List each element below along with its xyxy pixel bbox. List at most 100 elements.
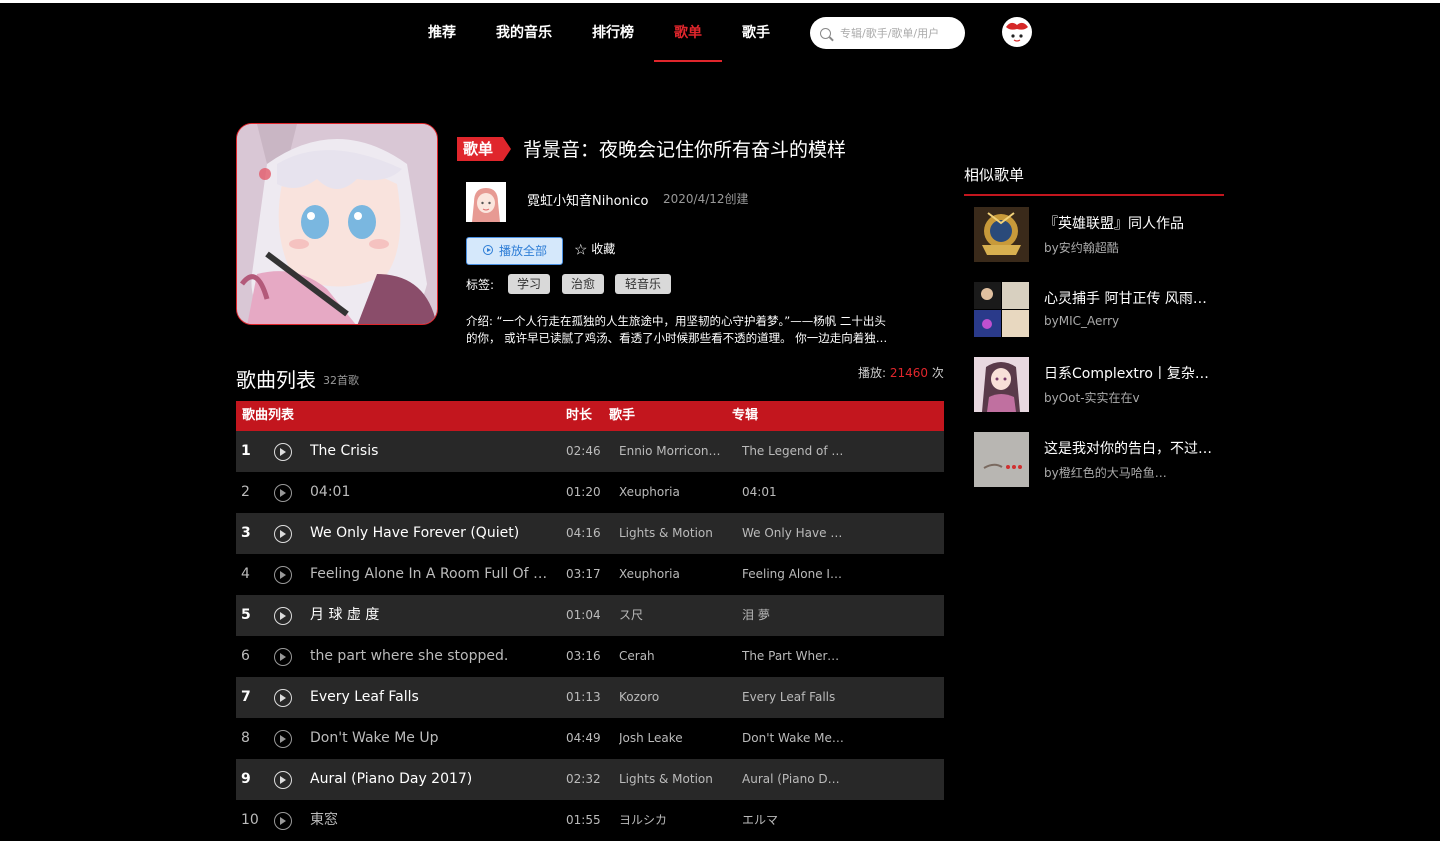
nav-item-recommend[interactable]: 推荐	[420, 3, 464, 63]
nav-item-my-music[interactable]: 我的音乐	[490, 3, 558, 63]
play-count-label: 播放:	[858, 366, 887, 380]
song-album[interactable]: The Part Where…	[742, 636, 846, 677]
song-count: 32首歌	[323, 374, 359, 387]
similar-playlist-item[interactable]: 这是我对你的告白，不过… by橙红色的大马哈鱼…	[974, 432, 1224, 488]
play-circle-icon[interactable]	[274, 689, 292, 707]
song-album[interactable]: 04:01	[742, 472, 846, 513]
song-list-title: 歌曲列表	[236, 368, 316, 392]
song-album[interactable]: We Only Have …	[742, 513, 846, 554]
similar-playlist-name[interactable]: 心灵捕手 阿甘正传 风雨…	[1044, 288, 1214, 308]
song-artist[interactable]: Josh Leake	[619, 718, 721, 759]
play-circle-icon[interactable]	[274, 525, 292, 543]
song-row[interactable]: 8 Don't Wake Me Up 04:49 Josh Leake Don't Wa…	[236, 718, 944, 759]
similar-playlists-divider	[964, 194, 1224, 196]
song-album[interactable]: Don't Wake Me…	[742, 718, 846, 759]
similar-playlist-creator[interactable]: byOot-实实在在v	[1044, 389, 1214, 406]
similar-playlist-item[interactable]: 日系Complextro丨复杂… byOot-实实在在v	[974, 357, 1224, 413]
tag-light-music[interactable]: 轻音乐	[615, 274, 671, 294]
play-circle-icon[interactable]	[274, 566, 292, 584]
header-duration: 时长	[566, 408, 593, 423]
play-circle-icon[interactable]	[274, 607, 292, 625]
song-index: 5	[241, 607, 251, 623]
play-circle-icon[interactable]	[274, 443, 292, 461]
song-title[interactable]: Don't Wake Me Up	[310, 718, 550, 759]
play-circle-icon[interactable]	[274, 648, 292, 666]
song-row[interactable]: 6 the part where she stopped. 03:16 Cerah Th…	[236, 636, 944, 677]
song-row[interactable]: 9 Aural (Piano Day 2017) 02:32 Lights & Mot…	[236, 759, 944, 800]
song-duration: 03:17	[566, 567, 601, 581]
song-row[interactable]: 1 The Crisis 02:46 Ennio Morricon… The Legen…	[236, 431, 944, 472]
song-title[interactable]: the part where she stopped.	[310, 636, 550, 677]
similar-playlist-name[interactable]: 日系Complextro丨复杂…	[1044, 363, 1214, 383]
similar-playlist-cover[interactable]	[974, 357, 1029, 412]
similar-playlists-title: 相似歌单	[964, 166, 1025, 184]
tag-healing[interactable]: 治愈	[562, 274, 604, 294]
song-row[interactable]: 5 月 球 虚 度 01:04 ス尺泪 夢	[236, 595, 944, 636]
song-album[interactable]: Aural (Piano Da…	[742, 759, 846, 800]
song-row[interactable]: 4 Feeling Alone In A Room Full Of P… 03:17…	[236, 554, 944, 595]
song-title[interactable]: Every Leaf Falls	[310, 677, 550, 718]
song-title[interactable]: 東窓	[310, 800, 550, 841]
similar-playlist-name[interactable]: 『英雄联盟』同人作品	[1044, 213, 1214, 233]
song-artist[interactable]: Cerah	[619, 636, 721, 677]
song-artist[interactable]: ヨルシカ	[619, 800, 721, 841]
song-artist[interactable]: Ennio Morricon…	[619, 431, 721, 472]
play-circle-icon[interactable]	[274, 771, 292, 789]
song-title[interactable]: The Crisis	[310, 431, 550, 472]
creator-avatar[interactable]	[466, 182, 506, 222]
nav-item-artists[interactable]: 歌手	[736, 3, 776, 63]
nav-item-playlists[interactable]: 歌单	[654, 3, 722, 63]
song-row[interactable]: 7 Every Leaf Falls 01:13 Kozoro Every Leaf F…	[236, 677, 944, 718]
song-title[interactable]: 月 球 虚 度	[310, 595, 550, 636]
song-rows: 1 The Crisis 02:46 Ennio Morricon… The Legen…	[236, 431, 944, 841]
similar-playlist-creator[interactable]: by安约翰超酷	[1044, 239, 1214, 256]
song-index: 10	[241, 812, 259, 828]
play-all-label: 播放全部	[499, 244, 548, 258]
play-circle-icon[interactable]	[274, 730, 292, 748]
star-icon: ☆	[574, 240, 588, 259]
similar-playlist-creator[interactable]: byMIC_Aerry	[1044, 314, 1214, 328]
similar-playlist-item[interactable]: 心灵捕手 阿甘正传 风雨… byMIC_Aerry	[974, 282, 1224, 338]
similar-playlist-name[interactable]: 这是我对你的告白，不过…	[1044, 438, 1214, 458]
similar-playlist-item[interactable]: 『英雄联盟』同人作品 by安约翰超酷	[974, 207, 1224, 263]
song-album[interactable]: The Legend of …	[742, 431, 846, 472]
song-artist[interactable]: Kozoro	[619, 677, 721, 718]
song-row[interactable]: 10 東窓 01:55 ヨルシカ エルマ	[236, 800, 944, 841]
song-album[interactable]: Feeling Alone I…	[742, 554, 846, 595]
song-album[interactable]: 泪 夢	[742, 595, 846, 636]
song-artist[interactable]: ス尺	[619, 595, 721, 636]
song-title[interactable]: 04:01	[310, 472, 550, 513]
similar-playlist-cover[interactable]	[974, 432, 1029, 487]
intro-line-1: 介绍: “一个人行走在孤独的人生旅途中，用坚韧的心守护着梦。”——杨帆 二十出头	[466, 314, 886, 328]
similar-playlist-cover[interactable]	[974, 207, 1029, 262]
song-duration: 03:16	[566, 649, 601, 663]
song-title[interactable]: We Only Have Forever (Quiet)	[310, 513, 550, 554]
playlist-intro: 介绍: “一个人行走在孤独的人生旅途中，用坚韧的心守护着梦。”——杨帆 二十出头…	[466, 313, 914, 347]
song-artist[interactable]: Xeuphoria	[619, 472, 721, 513]
header-artist: 歌手	[609, 408, 636, 423]
play-all-button[interactable]: 播放全部	[466, 237, 563, 265]
similar-playlist-cover[interactable]	[974, 282, 1029, 337]
play-circle-icon[interactable]	[274, 812, 292, 830]
user-avatar[interactable]	[1002, 17, 1032, 47]
song-album[interactable]: エルマ	[742, 800, 846, 841]
song-album[interactable]: Every Leaf Falls	[742, 677, 846, 718]
creator-name[interactable]: 霓虹小知音Nihonico	[527, 190, 648, 209]
song-title[interactable]: Aural (Piano Day 2017)	[310, 759, 550, 800]
song-index: 7	[241, 689, 251, 705]
song-index: 2	[241, 484, 250, 500]
collect-button[interactable]: ☆ 收藏	[574, 240, 615, 262]
song-artist[interactable]: Lights & Motion	[619, 513, 721, 554]
song-artist[interactable]: Xeuphoria	[619, 554, 721, 595]
song-duration: 01:13	[566, 690, 601, 704]
song-title[interactable]: Feeling Alone In A Room Full Of P…	[310, 554, 550, 595]
similar-playlist-creator[interactable]: by橙红色的大马哈鱼…	[1044, 464, 1214, 481]
song-row[interactable]: 2 04:01 01:20 Xeuphoria 04:01	[236, 472, 944, 513]
song-artist[interactable]: Lights & Motion	[619, 759, 721, 800]
song-row[interactable]: 3 We Only Have Forever (Quiet) 04:16 Lights…	[236, 513, 944, 554]
play-circle-icon[interactable]	[274, 484, 292, 502]
nav-item-charts[interactable]: 排行榜	[586, 3, 640, 63]
play-count-unit: 次	[931, 366, 944, 380]
tag-study[interactable]: 学习	[508, 274, 550, 294]
search-input[interactable]	[840, 23, 955, 43]
